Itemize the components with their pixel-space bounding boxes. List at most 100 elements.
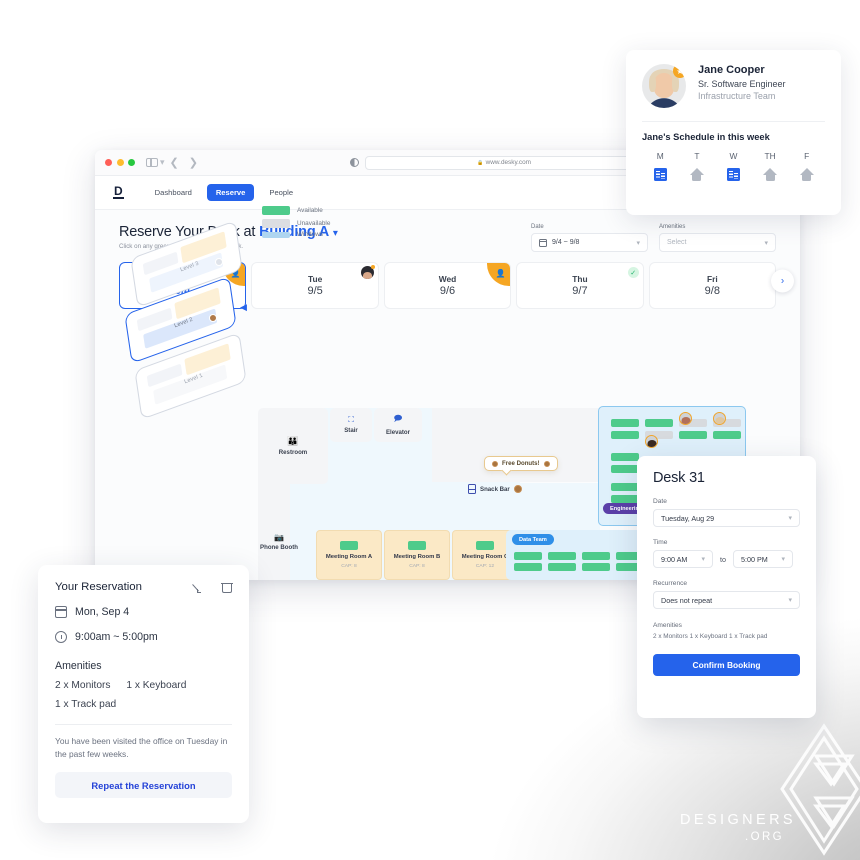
schedule-day-f[interactable]: F bbox=[788, 151, 825, 181]
chevron-down-icon[interactable]: ▾ bbox=[160, 157, 165, 168]
donut-icon bbox=[513, 485, 522, 493]
date-range-select[interactable]: 9/4 ~ 9/8 ▾ bbox=[531, 233, 648, 252]
pencil-icon[interactable] bbox=[196, 581, 208, 593]
legend-row-unavailable: Unavailable bbox=[262, 218, 330, 228]
day-tab-name: Thu bbox=[572, 274, 587, 284]
calendar-icon bbox=[54, 606, 68, 618]
snack-bar[interactable]: Snack Bar bbox=[468, 484, 522, 494]
avatar[interactable]: ★ bbox=[642, 64, 686, 108]
schedule-day-label: F bbox=[804, 151, 810, 161]
day-tab-thu[interactable]: Thu 9/7 ✓ bbox=[516, 262, 644, 309]
reservation-amenities-line-2: 1 x Track pad bbox=[55, 699, 232, 710]
nav-item-people[interactable]: People bbox=[260, 184, 302, 201]
schedule-day-w[interactable]: W bbox=[715, 151, 752, 181]
snack-bar-icon bbox=[468, 484, 476, 494]
desk-booking-panel: Desk 31 Date Tuesday, Aug 29 ▾ Time 9:00… bbox=[637, 456, 816, 718]
desk[interactable] bbox=[548, 563, 576, 571]
desk-time-end-select[interactable]: 5:00 PM ▾ bbox=[733, 550, 793, 568]
avatar[interactable] bbox=[679, 412, 692, 425]
amenities-select[interactable]: Select ▾ bbox=[659, 233, 776, 252]
next-week-button[interactable]: › bbox=[771, 269, 794, 292]
app-logo[interactable]: D bbox=[113, 185, 124, 199]
stair-icon: ⛶ bbox=[348, 415, 354, 425]
meeting-room-b[interactable]: Meeting Room B CAP: 8 bbox=[384, 530, 450, 580]
snack-bar-label: Snack Bar bbox=[480, 485, 510, 493]
desk-date-select[interactable]: Tuesday, Aug 29 ▾ bbox=[653, 509, 800, 527]
desk[interactable] bbox=[611, 495, 639, 503]
desk[interactable] bbox=[514, 552, 542, 560]
nav-item-dashboard[interactable]: Dashboard bbox=[146, 184, 201, 201]
url-input[interactable]: 🔒 www.desky.com ↻ bbox=[364, 155, 643, 170]
desk[interactable] bbox=[713, 431, 741, 439]
sidebar-toggle-icon[interactable] bbox=[146, 157, 158, 168]
desk[interactable] bbox=[645, 419, 673, 427]
free-donuts-tooltip: Free Donuts! bbox=[484, 456, 558, 471]
legend-label-windows: Windows bbox=[297, 231, 323, 238]
reservation-header: Your Reservation bbox=[55, 581, 233, 594]
desk[interactable] bbox=[611, 465, 639, 473]
desk-time-start-select[interactable]: 9:00 AM ▾ bbox=[653, 550, 713, 568]
watermark-tld: .ORG bbox=[745, 831, 784, 843]
filter-date-label: Date bbox=[531, 224, 544, 230]
legend-row-windows: Windows bbox=[262, 231, 330, 238]
trash-icon[interactable] bbox=[221, 581, 233, 594]
desk-time-label: Time bbox=[653, 539, 668, 546]
meeting-room-capacity: CAP: 12 bbox=[475, 564, 495, 569]
divider bbox=[642, 121, 825, 122]
day-tab-name: Tue bbox=[308, 274, 322, 284]
minimize-window-button[interactable] bbox=[116, 159, 124, 166]
day-tab-wed[interactable]: Wed 9/6 👤 bbox=[383, 262, 512, 309]
chevron-down-icon: ▾ bbox=[636, 239, 640, 247]
clock-icon bbox=[55, 631, 67, 643]
desk[interactable] bbox=[611, 483, 639, 491]
filter-amenities-label: Amenities bbox=[659, 224, 686, 230]
desk[interactable] bbox=[548, 552, 576, 560]
window-controls[interactable] bbox=[105, 159, 135, 166]
day-tab-tue[interactable]: Tue 9/5 bbox=[251, 262, 379, 309]
reservation-amenities-line-1: 2 x Monitors 1 x Keyboard bbox=[55, 680, 232, 691]
reservation-amenities-title: Amenities bbox=[55, 660, 102, 672]
desk[interactable] bbox=[611, 431, 639, 439]
room-stair[interactable]: ⛶ Stair bbox=[330, 408, 372, 442]
chevron-down-icon[interactable]: ▾ bbox=[333, 228, 338, 239]
desk[interactable] bbox=[679, 431, 707, 439]
desk-recurrence-select[interactable]: Does not repeat ▾ bbox=[653, 591, 800, 609]
amenity-item: 1 x Keyboard bbox=[126, 680, 187, 691]
contrast-icon[interactable] bbox=[349, 158, 359, 167]
back-icon[interactable]: ❮ bbox=[170, 156, 179, 169]
desk[interactable] bbox=[582, 563, 610, 571]
forward-icon[interactable]: ❯ bbox=[189, 156, 198, 169]
desk[interactable] bbox=[611, 453, 639, 461]
schedule-day-m[interactable]: M bbox=[642, 151, 679, 181]
schedule-day-label: M bbox=[656, 151, 664, 161]
avatar[interactable] bbox=[645, 435, 658, 448]
level-option-2[interactable]: Level 2 bbox=[124, 276, 237, 364]
legend-label-available: Available bbox=[297, 207, 323, 214]
zone-data-team[interactable]: Data Team bbox=[506, 530, 646, 580]
availability-swatch bbox=[476, 541, 494, 550]
schedule-day-t[interactable]: T bbox=[679, 151, 716, 181]
level-pointer-icon: ◀ bbox=[240, 302, 247, 312]
desk[interactable] bbox=[514, 563, 542, 571]
room-phone-booth[interactable]: 📷 Phone Booth bbox=[260, 520, 298, 564]
confirm-booking-button[interactable]: Confirm Booking bbox=[653, 654, 800, 676]
maximize-window-button[interactable] bbox=[128, 159, 135, 166]
room-elevator[interactable]: 🗩 Elevator bbox=[374, 408, 422, 442]
meeting-room-a[interactable]: Meeting Room A CAP: 8 bbox=[316, 530, 382, 580]
lock-icon: 🔒 bbox=[476, 159, 484, 166]
repeat-reservation-button[interactable]: Repeat the Reservation bbox=[55, 772, 232, 798]
room-label: Phone Booth bbox=[260, 543, 298, 551]
schedule-day-th[interactable]: TH bbox=[752, 151, 789, 181]
desk[interactable] bbox=[611, 419, 639, 427]
zone-label-data-team: Data Team bbox=[512, 534, 554, 545]
avatar[interactable] bbox=[713, 412, 726, 425]
level-option-1[interactable]: Level 1 bbox=[134, 332, 247, 420]
close-window-button[interactable] bbox=[105, 159, 112, 166]
nav-item-reserve[interactable]: Reserve bbox=[206, 184, 255, 201]
filter-date: Date 9/4 ~ 9/8 ▾ bbox=[531, 224, 648, 252]
desk-amenities-label: Amenities bbox=[653, 622, 682, 629]
meeting-room-capacity: CAP: 8 bbox=[341, 564, 357, 569]
room-restroom[interactable]: 👪 Restroom bbox=[258, 408, 328, 484]
day-tab-fri[interactable]: Fri 9/8 bbox=[648, 262, 777, 309]
desk[interactable] bbox=[582, 552, 610, 560]
